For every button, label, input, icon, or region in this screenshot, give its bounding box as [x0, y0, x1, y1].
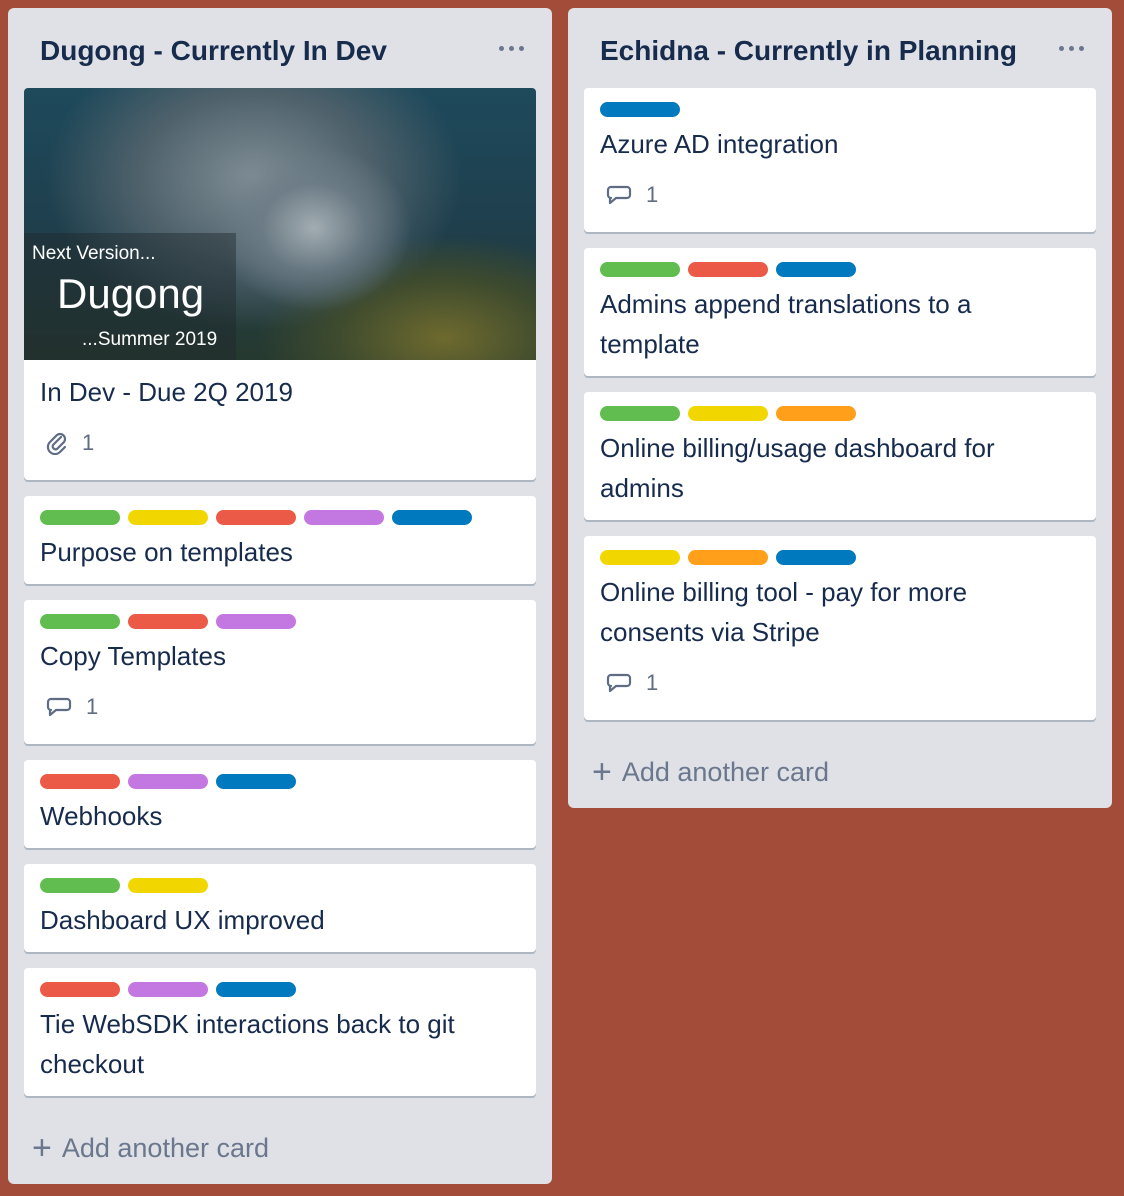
card-webhooks[interactable]: Webhooks [24, 760, 536, 848]
card-title: Online billing tool - pay for more conse… [600, 577, 968, 647]
label-purple[interactable] [128, 774, 208, 789]
label-red[interactable] [128, 614, 208, 629]
comment-icon [606, 184, 632, 206]
card-in-dev[interactable]: Next Version... Dugong ...Summer 2019 In… [24, 88, 536, 480]
paperclip-icon [46, 431, 68, 455]
list-header[interactable]: Dugong - Currently In Dev [8, 8, 552, 88]
card-title: Online billing/usage dashboard for admin… [600, 433, 995, 503]
label-green[interactable] [40, 510, 120, 525]
list-title[interactable]: Dugong - Currently In Dev [40, 35, 387, 67]
comment-count: 1 [646, 182, 659, 207]
label-red[interactable] [688, 262, 768, 277]
label-orange[interactable] [688, 550, 768, 565]
list-menu-icon[interactable] [498, 38, 526, 58]
add-card-label: Add another card [61, 1132, 269, 1163]
label-blue[interactable] [776, 550, 856, 565]
card-title: Purpose on templates [40, 537, 293, 567]
label-blue[interactable] [600, 102, 680, 117]
add-card-label: Add another card [621, 756, 829, 787]
card-labels [40, 614, 296, 629]
label-green[interactable] [600, 262, 680, 277]
list-echidna: Echidna - Currently in Planning Azure AD… [568, 8, 1112, 808]
plus-icon: + [592, 753, 612, 791]
card-labels [40, 982, 296, 997]
attachment-count: 1 [82, 430, 95, 455]
card-labels [40, 774, 296, 789]
list-header[interactable]: Echidna - Currently in Planning [568, 8, 1112, 88]
card-online-billing-tool[interactable]: Online billing tool - pay for more conse… [584, 536, 1096, 720]
card-labels [600, 550, 856, 565]
label-yellow[interactable] [688, 406, 768, 421]
comment-icon [606, 672, 632, 694]
card-copy-templates[interactable]: Copy Templates 1 [24, 600, 536, 744]
card-dashboard-ux[interactable]: Dashboard UX improved [24, 864, 536, 952]
list-menu-icon[interactable] [1058, 38, 1086, 58]
card-title: In Dev - Due 2Q 2019 [40, 377, 293, 407]
label-purple[interactable] [216, 614, 296, 629]
comment-badge: 1 [606, 180, 658, 210]
label-purple[interactable] [128, 982, 208, 997]
comment-count: 1 [646, 670, 659, 695]
card-title: Copy Templates [40, 641, 226, 671]
label-red[interactable] [216, 510, 296, 525]
attachment-badge: 1 [46, 428, 94, 458]
plus-icon: + [32, 1129, 52, 1167]
list-dugong: Dugong - Currently In Dev Next Version..… [8, 8, 552, 1184]
label-yellow[interactable] [128, 878, 208, 893]
card-title: Tie WebSDK interactions back to git chec… [40, 1009, 455, 1079]
label-orange[interactable] [776, 406, 856, 421]
cover-text-big: Dugong [57, 270, 205, 317]
card-title: Webhooks [40, 801, 163, 831]
label-blue[interactable] [216, 774, 296, 789]
label-red[interactable] [40, 774, 120, 789]
comment-badge: 1 [606, 668, 658, 698]
comment-count: 1 [86, 694, 99, 719]
card-title: Azure AD integration [600, 129, 839, 159]
comment-badge: 1 [46, 692, 98, 722]
card-title: Admins append translations to a template [600, 289, 972, 359]
label-green[interactable] [40, 614, 120, 629]
card-admins-append-translations[interactable]: Admins append translations to a template [584, 248, 1096, 376]
label-green[interactable] [600, 406, 680, 421]
add-card-button[interactable]: + Add another card [32, 1128, 269, 1168]
card-tie-websdk[interactable]: Tie WebSDK interactions back to git chec… [24, 968, 536, 1096]
label-purple[interactable] [304, 510, 384, 525]
card-cover-image: Next Version... Dugong ...Summer 2019 [24, 88, 536, 360]
label-yellow[interactable] [600, 550, 680, 565]
label-blue[interactable] [216, 982, 296, 997]
card-labels [600, 262, 856, 277]
card-azure-ad[interactable]: Azure AD integration 1 [584, 88, 1096, 232]
label-yellow[interactable] [128, 510, 208, 525]
card-title: Dashboard UX improved [40, 905, 325, 935]
label-red[interactable] [40, 982, 120, 997]
card-online-billing-dashboard[interactable]: Online billing/usage dashboard for admin… [584, 392, 1096, 520]
card-labels [40, 878, 208, 893]
add-card-button[interactable]: + Add another card [592, 752, 829, 792]
list-title[interactable]: Echidna - Currently in Planning [600, 35, 1017, 67]
cover-text-bottom: ...Summer 2019 [82, 329, 218, 350]
comment-icon [46, 696, 72, 718]
card-purpose-on-templates[interactable]: Purpose on templates [24, 496, 536, 584]
card-labels [40, 510, 472, 525]
card-labels [600, 102, 680, 117]
cover-text-top: Next Version... [32, 243, 156, 264]
board: Dugong - Currently In Dev Next Version..… [0, 0, 1124, 1196]
label-blue[interactable] [776, 262, 856, 277]
label-green[interactable] [40, 878, 120, 893]
card-labels [600, 406, 856, 421]
label-blue[interactable] [392, 510, 472, 525]
